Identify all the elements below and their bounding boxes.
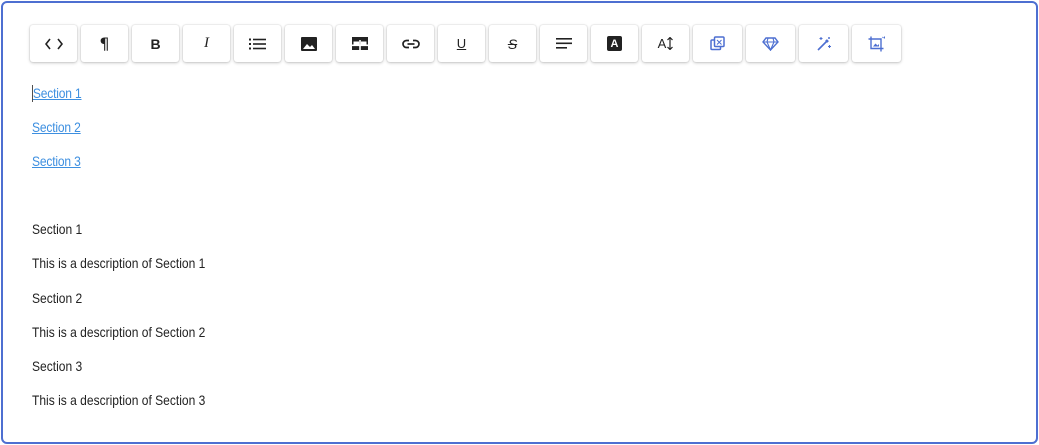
section-2-heading: Section 2 [32, 289, 83, 306]
section-1-description: This is a description of Section 1 [32, 255, 206, 272]
premium-button[interactable] [746, 25, 795, 62]
table-of-contents: Section 1 Section 2 Section 3 [32, 83, 1012, 185]
insert-table-button[interactable] [336, 25, 383, 62]
font-size-icon: A [658, 36, 674, 51]
strikethrough-icon: S [507, 35, 518, 52]
toc-link-label: Section 3 [32, 153, 81, 169]
underline-button[interactable]: U [438, 25, 485, 62]
toc-link-section-2[interactable]: Section 2 [32, 117, 875, 151]
editor-toolbar: ¶ B I U S A A [30, 25, 905, 62]
table-icon [351, 37, 368, 50]
code-icon [44, 38, 63, 49]
crop-image-button[interactable] [852, 25, 901, 62]
diamond-icon [762, 36, 779, 51]
align-left-icon [555, 38, 572, 49]
bold-button[interactable]: B [132, 25, 179, 62]
insert-link-button[interactable] [387, 25, 434, 62]
text-color-button[interactable]: A [591, 25, 638, 62]
text-caret [32, 84, 33, 102]
insert-image-button[interactable] [285, 25, 332, 62]
toc-link-section-3[interactable]: Section 3 [32, 151, 875, 185]
font-size-button[interactable]: A [642, 25, 689, 62]
link-icon [401, 39, 420, 48]
pilcrow-icon: ¶ [99, 34, 110, 53]
copy-icon [710, 36, 725, 51]
section-3-description: This is a description of Section 3 [32, 392, 206, 409]
vertical-arrows-icon [667, 37, 674, 50]
empty-line [32, 185, 1012, 219]
text-color-icon: A [607, 36, 622, 51]
italic-icon: I [204, 35, 209, 51]
section-1-heading: Section 1 [32, 221, 83, 237]
crop-icon [868, 36, 885, 51]
document-body: Section 1 This is a description of Secti… [32, 219, 1012, 425]
code-view-button[interactable] [30, 25, 77, 62]
text-color-letter: A [610, 37, 619, 50]
italic-button[interactable]: I [183, 25, 230, 62]
magic-wand-icon [816, 36, 831, 51]
rich-text-editor[interactable]: ¶ B I U S A A Section 1 Section 2 Sectio… [1, 1, 1038, 444]
duplicate-button[interactable] [693, 25, 742, 62]
toc-link-label: Section 1 [32, 85, 82, 101]
toc-link-label: Section 2 [32, 119, 81, 135]
toc-link-section-1[interactable]: Section 1 [32, 83, 875, 117]
editor-content[interactable]: Section 1 Section 2 Section 3 Section 1 … [32, 83, 1012, 425]
paragraph-button[interactable]: ¶ [81, 25, 128, 62]
bullet-list-button[interactable] [234, 25, 281, 62]
list-icon [249, 38, 266, 49]
magic-button[interactable] [799, 25, 848, 62]
bold-icon: B [150, 35, 161, 52]
underline-icon: U [456, 36, 467, 51]
section-3-heading: Section 3 [32, 358, 83, 375]
font-size-letter: A [657, 36, 667, 51]
strikethrough-button[interactable]: S [489, 25, 536, 62]
section-2-description: This is a description of Section 2 [32, 323, 206, 340]
align-button[interactable] [540, 25, 587, 62]
image-icon [300, 36, 317, 51]
